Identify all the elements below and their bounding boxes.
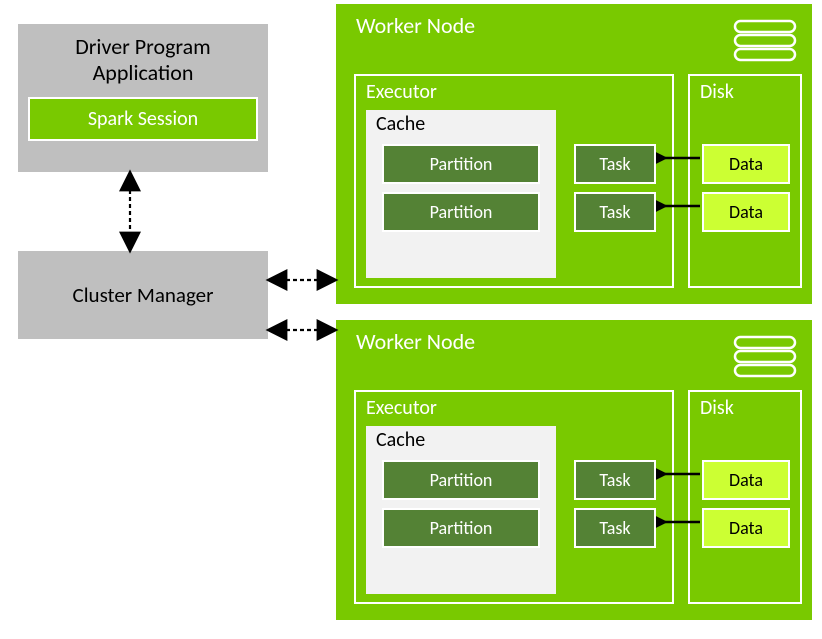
data-1b: Data <box>702 192 790 232</box>
spark-session-box: Spark Session <box>28 97 258 141</box>
task-1b: Task <box>574 192 656 232</box>
disk-label-1: Disk <box>700 80 734 104</box>
executor-label-2: Executor <box>366 396 437 420</box>
driver-title: Driver Program Application <box>18 24 268 93</box>
driver-title-line1: Driver Program <box>75 33 211 60</box>
disk-frame-2: Disk Data Data <box>688 390 802 604</box>
data-2a: Data <box>702 460 790 500</box>
disk-label-2: Disk <box>700 396 734 420</box>
executor-frame-1: Executor Cache Partition Partition Task … <box>354 74 674 288</box>
worker-node-1-title: Worker Node <box>356 12 475 39</box>
worker-node-2-title: Worker Node <box>356 328 475 355</box>
worker-node-2: Worker Node Executor Cache Partition Par… <box>336 320 812 620</box>
disk-icon <box>732 334 798 382</box>
partition-2b: Partition <box>382 508 540 548</box>
cache-label-2: Cache <box>376 428 425 452</box>
partition-1a: Partition <box>382 144 540 184</box>
partition-2a: Partition <box>382 460 540 500</box>
data-2b: Data <box>702 508 790 548</box>
task-2a: Task <box>574 460 656 500</box>
partition-1b: Partition <box>382 192 540 232</box>
worker-node-1: Worker Node Executor Cache Partition Par… <box>336 4 812 304</box>
cache-frame-2: Cache Partition Partition <box>366 426 556 594</box>
task-2b: Task <box>574 508 656 548</box>
disk-frame-1: Disk Data Data <box>688 74 802 288</box>
cluster-manager-box: Cluster Manager <box>18 251 268 339</box>
driver-program-box: Driver Program Application Spark Session <box>18 24 268 172</box>
disk-icon <box>732 18 798 66</box>
executor-label-1: Executor <box>366 80 437 104</box>
task-1a: Task <box>574 144 656 184</box>
executor-frame-2: Executor Cache Partition Partition Task … <box>354 390 674 604</box>
cluster-manager-label: Cluster Manager <box>73 282 214 308</box>
driver-title-line2: Application <box>93 59 194 86</box>
data-1a: Data <box>702 144 790 184</box>
cache-frame-1: Cache Partition Partition <box>366 110 556 278</box>
cache-label-1: Cache <box>376 112 425 136</box>
